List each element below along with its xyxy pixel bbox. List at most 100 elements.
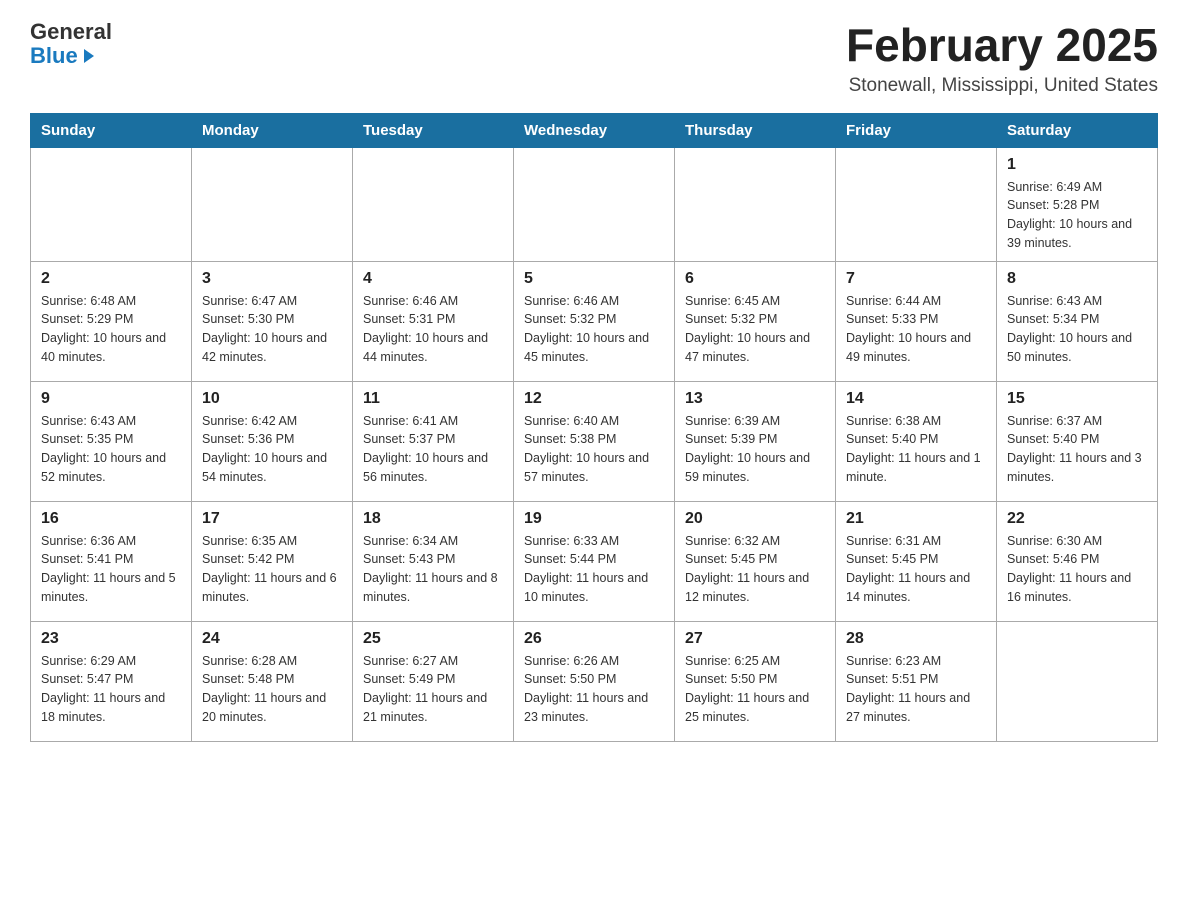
calendar-day-cell: 6Sunrise: 6:45 AMSunset: 5:32 PMDaylight…	[675, 261, 836, 381]
calendar-header: SundayMondayTuesdayWednesdayThursdayFrid…	[31, 113, 1158, 147]
calendar-day-cell: 23Sunrise: 6:29 AMSunset: 5:47 PMDayligh…	[31, 621, 192, 741]
logo-general-text: General	[30, 20, 112, 44]
calendar-day-cell: 12 Sunrise: 6:40 AMSunset: 5:38 PMDayligh…	[514, 381, 675, 501]
day-number: 17	[202, 510, 342, 528]
logo: General Blue	[30, 20, 112, 68]
calendar-day-cell	[997, 621, 1158, 741]
page-header: General Blue February 2025 Stonewall, Mi…	[30, 20, 1158, 97]
calendar-week-row: 9 Sunrise: 6:43 AMSunset: 5:35 PMDaylight…	[31, 381, 1158, 501]
day-of-week-header: Friday	[836, 113, 997, 147]
day-number: 1	[1007, 156, 1147, 174]
day-of-week-header: Monday	[192, 113, 353, 147]
day-info: Sunrise: 6:48 AMSunset: 5:29 PMDaylight:…	[41, 292, 181, 367]
calendar-day-cell	[192, 147, 353, 261]
day-number: 13	[685, 390, 825, 408]
day-number: 15	[1007, 390, 1147, 408]
day-info: Sunrise: 6:46 AMSunset: 5:32 PMDaylight:…	[524, 292, 664, 367]
day-number: 3	[202, 270, 342, 288]
calendar-day-cell: 21 Sunrise: 6:31 AMSunset: 5:45 PMDayligh…	[836, 501, 997, 621]
title-block: February 2025 Stonewall, Mississippi, Un…	[846, 20, 1158, 97]
day-number: 22	[1007, 510, 1147, 528]
calendar-day-cell: 18 Sunrise: 6:34 AMSunset: 5:43 PMDayligh…	[353, 501, 514, 621]
day-info: Sunrise: 6:25 AMSunset: 5:50 PMDaylight:…	[685, 652, 825, 727]
day-number: 9	[41, 390, 181, 408]
calendar-week-row: 16Sunrise: 6:36 AMSunset: 5:41 PMDayligh…	[31, 501, 1158, 621]
day-number: 24	[202, 630, 342, 648]
calendar-day-cell	[836, 147, 997, 261]
day-number: 20	[685, 510, 825, 528]
calendar-day-cell: 22 Sunrise: 6:30 AMSunset: 5:46 PMDayligh…	[997, 501, 1158, 621]
day-info: Sunrise: 6:44 AMSunset: 5:33 PMDaylight:…	[846, 292, 986, 367]
day-info: Sunrise: 6:41 AMSunset: 5:37 PMDaylight:…	[363, 412, 503, 487]
day-info: Sunrise: 6:49 AMSunset: 5:28 PMDaylight:…	[1007, 178, 1147, 253]
calendar-day-cell: 27 Sunrise: 6:25 AMSunset: 5:50 PMDayligh…	[675, 621, 836, 741]
day-info: Sunrise: 6:31 AMSunset: 5:45 PMDaylight:…	[846, 532, 986, 607]
calendar-day-cell: 17Sunrise: 6:35 AMSunset: 5:42 PMDayligh…	[192, 501, 353, 621]
day-number: 4	[363, 270, 503, 288]
day-number: 11	[363, 390, 503, 408]
calendar-table: SundayMondayTuesdayWednesdayThursdayFrid…	[30, 113, 1158, 742]
month-title: February 2025	[846, 20, 1158, 71]
day-number: 19	[524, 510, 664, 528]
calendar-day-cell: 28 Sunrise: 6:23 AMSunset: 5:51 PMDayligh…	[836, 621, 997, 741]
day-of-week-header: Sunday	[31, 113, 192, 147]
day-info: Sunrise: 6:26 AMSunset: 5:50 PMDaylight:…	[524, 652, 664, 727]
calendar-week-row: 2 Sunrise: 6:48 AMSunset: 5:29 PMDaylight…	[31, 261, 1158, 381]
day-info: Sunrise: 6:32 AMSunset: 5:45 PMDaylight:…	[685, 532, 825, 607]
calendar-day-cell: 8Sunrise: 6:43 AMSunset: 5:34 PMDaylight…	[997, 261, 1158, 381]
day-number: 5	[524, 270, 664, 288]
day-info: Sunrise: 6:47 AMSunset: 5:30 PMDaylight:…	[202, 292, 342, 367]
day-info: Sunrise: 6:30 AMSunset: 5:46 PMDaylight:…	[1007, 532, 1147, 607]
calendar-day-cell: 3 Sunrise: 6:47 AMSunset: 5:30 PMDaylight…	[192, 261, 353, 381]
calendar-day-cell: 5 Sunrise: 6:46 AMSunset: 5:32 PMDaylight…	[514, 261, 675, 381]
calendar-week-row: 1 Sunrise: 6:49 AMSunset: 5:28 PMDaylight…	[31, 147, 1158, 261]
calendar-day-cell: 26 Sunrise: 6:26 AMSunset: 5:50 PMDayligh…	[514, 621, 675, 741]
day-number: 10	[202, 390, 342, 408]
day-number: 16	[41, 510, 181, 528]
calendar-day-cell: 9 Sunrise: 6:43 AMSunset: 5:35 PMDaylight…	[31, 381, 192, 501]
day-info: Sunrise: 6:27 AMSunset: 5:49 PMDaylight:…	[363, 652, 503, 727]
day-of-week-header: Tuesday	[353, 113, 514, 147]
day-info: Sunrise: 6:39 AMSunset: 5:39 PMDaylight:…	[685, 412, 825, 487]
day-info: Sunrise: 6:43 AMSunset: 5:34 PMDaylight:…	[1007, 292, 1147, 367]
calendar-day-cell: 24 Sunrise: 6:28 AMSunset: 5:48 PMDayligh…	[192, 621, 353, 741]
day-info: Sunrise: 6:28 AMSunset: 5:48 PMDaylight:…	[202, 652, 342, 727]
logo-arrow-icon	[84, 49, 94, 63]
day-number: 7	[846, 270, 986, 288]
day-info: Sunrise: 6:29 AMSunset: 5:47 PMDaylight:…	[41, 652, 181, 727]
calendar-day-cell: 4 Sunrise: 6:46 AMSunset: 5:31 PMDaylight…	[353, 261, 514, 381]
day-number: 12	[524, 390, 664, 408]
calendar-day-cell: 7 Sunrise: 6:44 AMSunset: 5:33 PMDaylight…	[836, 261, 997, 381]
day-info: Sunrise: 6:38 AMSunset: 5:40 PMDaylight:…	[846, 412, 986, 487]
day-number: 2	[41, 270, 181, 288]
calendar-day-cell: 1 Sunrise: 6:49 AMSunset: 5:28 PMDaylight…	[997, 147, 1158, 261]
day-info: Sunrise: 6:40 AMSunset: 5:38 PMDaylight:…	[524, 412, 664, 487]
calendar-day-cell	[31, 147, 192, 261]
day-of-week-header: Saturday	[997, 113, 1158, 147]
calendar-day-cell	[353, 147, 514, 261]
day-number: 21	[846, 510, 986, 528]
day-info: Sunrise: 6:43 AMSunset: 5:35 PMDaylight:…	[41, 412, 181, 487]
calendar-day-cell	[514, 147, 675, 261]
calendar-day-cell	[675, 147, 836, 261]
day-of-week-header: Thursday	[675, 113, 836, 147]
day-info: Sunrise: 6:46 AMSunset: 5:31 PMDaylight:…	[363, 292, 503, 367]
calendar-day-cell: 16Sunrise: 6:36 AMSunset: 5:41 PMDayligh…	[31, 501, 192, 621]
logo-blue-text: Blue	[30, 44, 94, 68]
day-number: 14	[846, 390, 986, 408]
calendar-week-row: 23Sunrise: 6:29 AMSunset: 5:47 PMDayligh…	[31, 621, 1158, 741]
day-number: 27	[685, 630, 825, 648]
day-info: Sunrise: 6:37 AMSunset: 5:40 PMDaylight:…	[1007, 412, 1147, 487]
header-row: SundayMondayTuesdayWednesdayThursdayFrid…	[31, 113, 1158, 147]
day-info: Sunrise: 6:34 AMSunset: 5:43 PMDaylight:…	[363, 532, 503, 607]
day-number: 26	[524, 630, 664, 648]
calendar-body: 1 Sunrise: 6:49 AMSunset: 5:28 PMDaylight…	[31, 147, 1158, 741]
day-info: Sunrise: 6:23 AMSunset: 5:51 PMDaylight:…	[846, 652, 986, 727]
day-number: 28	[846, 630, 986, 648]
day-info: Sunrise: 6:45 AMSunset: 5:32 PMDaylight:…	[685, 292, 825, 367]
day-info: Sunrise: 6:33 AMSunset: 5:44 PMDaylight:…	[524, 532, 664, 607]
calendar-day-cell: 15 Sunrise: 6:37 AMSunset: 5:40 PMDayligh…	[997, 381, 1158, 501]
day-number: 18	[363, 510, 503, 528]
day-of-week-header: Wednesday	[514, 113, 675, 147]
location-text: Stonewall, Mississippi, United States	[846, 75, 1158, 97]
